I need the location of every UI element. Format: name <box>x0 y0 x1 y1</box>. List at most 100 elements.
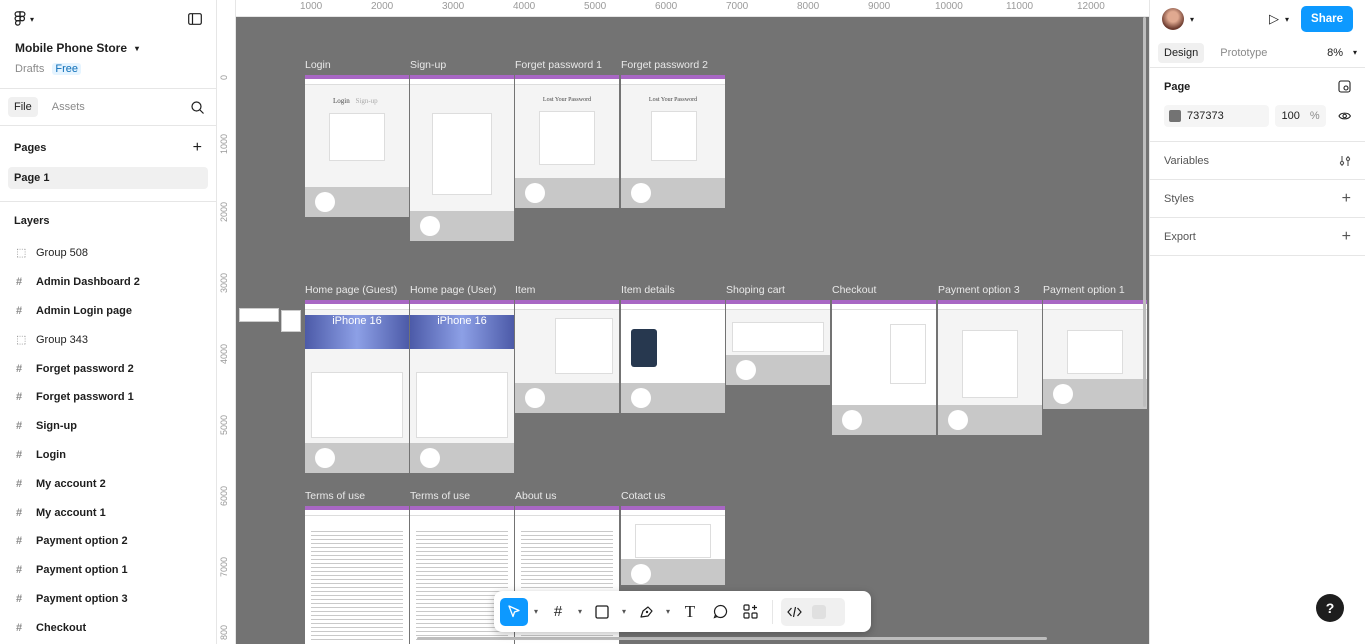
frame-label-item-details[interactable]: Item details <box>621 284 675 296</box>
frame-item[interactable] <box>515 300 619 413</box>
frame-label-login[interactable]: Login <box>305 59 331 71</box>
chevron-down-icon[interactable]: ▾ <box>1190 15 1194 24</box>
frame-tool-button[interactable]: # <box>544 598 572 626</box>
ruler-tick: 12000 <box>1077 1 1105 12</box>
sidebar-toggle-icon[interactable] <box>188 13 202 25</box>
page-item-1[interactable]: Page 1 <box>8 167 208 189</box>
frame-forget-password-2[interactable]: Lost Your Password <box>621 75 725 208</box>
frame-label-pay3[interactable]: Payment option 3 <box>938 284 1020 296</box>
ruler-tick: 1000 <box>219 133 229 154</box>
layer-item[interactable]: # Login <box>0 441 216 470</box>
project-name: Mobile Phone Store <box>15 41 128 55</box>
canvas-scrollbar-horizontal[interactable] <box>417 637 1047 640</box>
frame-payment-option-1[interactable] <box>1043 300 1147 409</box>
avatar[interactable] <box>1162 8 1184 30</box>
move-tool-button[interactable] <box>500 597 528 626</box>
help-button[interactable]: ? <box>1316 594 1344 622</box>
opacity-value[interactable]: 100 <box>1281 110 1299 122</box>
chevron-down-icon[interactable]: ▾ <box>530 607 542 616</box>
frame-label-checkout[interactable]: Checkout <box>832 284 876 296</box>
layer-item[interactable]: # Forget password 2 <box>0 354 216 383</box>
layer-item[interactable]: ⬚ Group 343 <box>0 325 216 354</box>
frame-label-terms-2[interactable]: Terms of use <box>410 490 470 502</box>
lost-password-title: Lost Your Password <box>542 97 592 103</box>
chevron-down-icon[interactable]: ▾ <box>662 607 674 616</box>
sliders-icon[interactable] <box>1339 155 1351 167</box>
eye-visibility-icon[interactable] <box>1338 111 1351 121</box>
frame-label-pay1[interactable]: Payment option 1 <box>1043 284 1125 296</box>
ruler-vertical: 0 1000 2000 3000 4000 5000 6000 7000 800 <box>217 0 236 644</box>
ruler-tick: 9000 <box>868 1 891 12</box>
comment-tool-button[interactable] <box>706 598 734 626</box>
frame-checkout[interactable] <box>832 300 936 435</box>
code-brackets-icon <box>787 606 802 617</box>
layer-item[interactable]: # Payment option 1 <box>0 556 216 585</box>
frame-contact-us[interactable] <box>621 506 725 585</box>
layer-label: Payment option 2 <box>36 535 128 548</box>
project-location[interactable]: Drafts <box>15 63 44 75</box>
tab-prototype[interactable]: Prototype <box>1214 43 1273 63</box>
actions-tool-button[interactable] <box>736 598 764 626</box>
project-name-button[interactable]: Mobile Phone Store ▾ <box>15 41 201 55</box>
frame-home-user[interactable]: iPhone 16 <box>410 300 514 473</box>
layer-item[interactable]: # Payment option 3 <box>0 585 216 614</box>
frame-label-forget2[interactable]: Forget password 2 <box>621 59 708 71</box>
project-info: Mobile Phone Store ▾ Drafts Free <box>0 41 216 75</box>
add-style-icon[interactable]: + <box>1342 190 1351 208</box>
layer-item[interactable]: # Forget password 1 <box>0 383 216 412</box>
zoom-control[interactable]: 8% ▾ <box>1327 47 1357 59</box>
present-play-icon[interactable]: ▷ <box>1269 11 1279 27</box>
page-opacity-field[interactable]: 100 % <box>1275 105 1326 127</box>
chevron-down-icon[interactable]: ▾ <box>1285 15 1289 24</box>
frame-shopping-cart[interactable] <box>726 300 830 385</box>
frame-label-cart[interactable]: Shoping cart <box>726 284 785 296</box>
shape-tool-button[interactable] <box>588 598 616 626</box>
frame-label-about[interactable]: About us <box>515 490 556 502</box>
frame-label-item[interactable]: Item <box>515 284 535 296</box>
frame-label-home-guest[interactable]: Home page (Guest) <box>305 284 397 296</box>
frame-login[interactable]: Login Sign-up <box>305 75 409 217</box>
layer-item[interactable]: # My account 1 <box>0 498 216 527</box>
frame-signup[interactable] <box>410 75 514 241</box>
layer-item[interactable]: # Checkout <box>0 613 216 642</box>
tab-design[interactable]: Design <box>1158 42 1205 63</box>
frame-home-guest[interactable]: iPhone 16 <box>305 300 409 473</box>
layer-item[interactable]: # My account 2 <box>0 469 216 498</box>
frame-label-home-user[interactable]: Home page (User) <box>410 284 496 296</box>
layer-label: Admin Login page <box>36 304 132 317</box>
share-button[interactable]: Share <box>1301 6 1353 32</box>
plan-badge[interactable]: Free <box>52 63 81 75</box>
layer-item[interactable]: # Admin Dashboard 2 <box>0 268 216 297</box>
search-icon[interactable] <box>191 100 204 114</box>
frame-terms-of-use-1[interactable] <box>305 506 409 644</box>
frame-label-forget1[interactable]: Forget password 1 <box>515 59 602 71</box>
local-styles-icon[interactable] <box>1338 80 1351 93</box>
frame-payment-option-3[interactable] <box>938 300 1042 435</box>
frame-label-contact[interactable]: Cotact us <box>621 490 665 502</box>
frame-forget-password-1[interactable]: Lost Your Password <box>515 75 619 208</box>
plugins-icon <box>742 604 758 619</box>
design-canvas[interactable]: 1000 2000 3000 4000 5000 6000 7000 8000 … <box>217 0 1149 644</box>
layer-item[interactable]: # Payment option 2 <box>0 527 216 556</box>
frame-item-details[interactable] <box>621 300 725 413</box>
frame-label-terms-1[interactable]: Terms of use <box>305 490 365 502</box>
pen-tool-button[interactable] <box>632 598 660 626</box>
page-color-field[interactable]: 737373 <box>1164 105 1270 127</box>
add-export-icon[interactable]: + <box>1342 228 1351 246</box>
main-menu-button[interactable]: ▾ <box>14 11 34 27</box>
color-hex-value[interactable]: 737373 <box>1187 110 1224 122</box>
tab-assets[interactable]: Assets <box>46 97 91 117</box>
chevron-down-icon[interactable]: ▾ <box>618 607 630 616</box>
chevron-down-icon[interactable]: ▾ <box>574 607 586 616</box>
layer-item[interactable]: # Admin Login page <box>0 297 216 326</box>
dev-mode-toggle[interactable] <box>781 597 845 626</box>
layer-item[interactable]: # Sign-up <box>0 412 216 441</box>
frame-label-signup[interactable]: Sign-up <box>410 59 446 71</box>
tab-file[interactable]: File <box>8 97 38 117</box>
add-page-icon[interactable]: + <box>193 139 202 157</box>
text-tool-button[interactable]: T <box>676 598 704 626</box>
color-swatch[interactable] <box>1169 110 1181 122</box>
frame-icon: # <box>16 564 23 577</box>
layer-item[interactable]: ⬚ Group 508 <box>0 239 216 268</box>
canvas-scrollbar-vertical[interactable] <box>1143 17 1146 407</box>
